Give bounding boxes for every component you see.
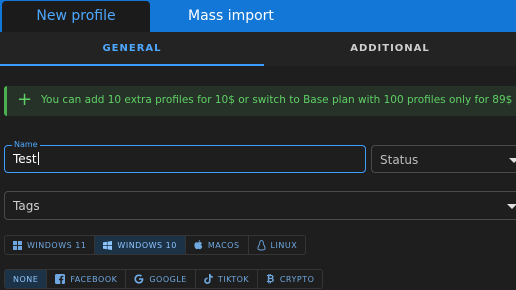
name-field[interactable]: Name Test [4, 140, 366, 173]
os-selector: WINDOWS 11 WINDOWS 10 MACOS LINUX [4, 235, 307, 255]
tab-general[interactable]: GENERAL [0, 32, 264, 66]
windows-icon [103, 240, 113, 250]
os-option-windows-11[interactable]: WINDOWS 11 [5, 236, 96, 254]
social-option-tiktok[interactable]: TIKTOK [196, 270, 259, 288]
social-option-crypto[interactable]: ₿ CRYPTO [258, 270, 322, 288]
text-caret [37, 152, 39, 165]
chevron-down-icon [509, 158, 516, 163]
promo-banner[interactable]: + You can add 10 extra profiles for 10$ … [4, 86, 516, 116]
tab-additional[interactable]: ADDITIONAL [264, 32, 516, 66]
tab-new-profile[interactable]: New profile [2, 1, 150, 32]
linux-icon [256, 239, 266, 251]
chevron-down-icon [507, 204, 516, 209]
os-option-label: WINDOWS 11 [27, 240, 87, 250]
os-option-label: LINUX [270, 240, 298, 250]
tags-placeholder: Tags [13, 199, 40, 213]
windows-icon [13, 240, 22, 250]
social-option-facebook[interactable]: FACEBOOK [47, 270, 127, 288]
status-select[interactable]: Status [371, 145, 516, 173]
social-option-label: CRYPTO [279, 274, 315, 284]
tab-mass-import[interactable]: Mass import [188, 0, 274, 32]
social-option-label: FACEBOOK [70, 274, 118, 284]
social-option-none[interactable]: NONE [5, 270, 48, 288]
tags-select[interactable]: Tags [4, 191, 516, 220]
os-option-windows-10[interactable]: WINDOWS 10 [95, 236, 186, 254]
os-option-macos[interactable]: MACOS [186, 236, 249, 254]
plus-icon: + [17, 89, 33, 110]
social-option-label: GOOGLE [149, 274, 187, 284]
apple-icon [194, 240, 203, 250]
bitcoin-icon: ₿ [266, 273, 275, 285]
google-icon [134, 274, 144, 284]
promo-text: You can add 10 extra profiles for 10$ or… [41, 94, 516, 106]
os-option-label: MACOS [207, 240, 240, 250]
social-option-label: NONE [13, 274, 39, 284]
facebook-icon [55, 274, 66, 284]
social-option-google[interactable]: GOOGLE [126, 270, 196, 288]
tiktok-icon [204, 274, 213, 284]
os-option-label: WINDOWS 10 [117, 240, 177, 250]
name-input-value[interactable]: Test [13, 152, 37, 166]
status-placeholder: Status [380, 153, 419, 167]
os-option-linux[interactable]: LINUX [249, 236, 306, 254]
sub-tab-bar: GENERAL ADDITIONAL [0, 32, 516, 66]
social-option-label: TIKTOK [217, 274, 250, 284]
account-type-selector: NONE FACEBOOK GOOGLE TIKTOK ₿ CRYPTO [4, 269, 324, 289]
top-tab-bar: New profile Mass import [0, 0, 516, 32]
name-field-label: Name [12, 140, 40, 150]
